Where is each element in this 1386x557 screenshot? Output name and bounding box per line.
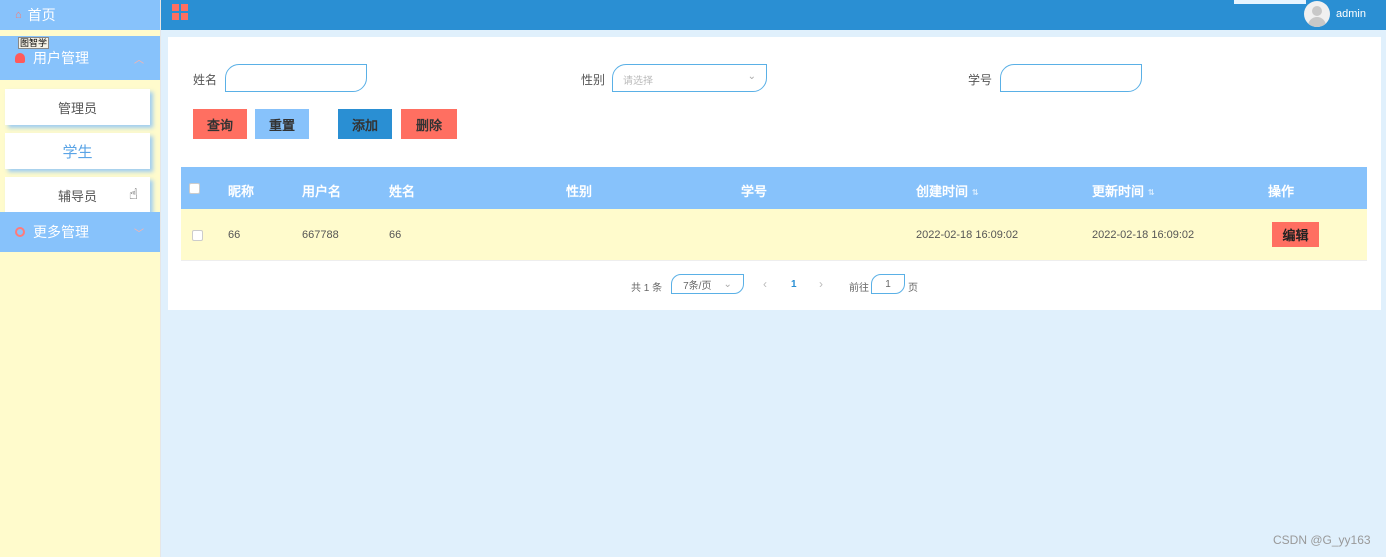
cell-username: 667788	[302, 229, 339, 241]
sidebar-item-student[interactable]: 学生	[5, 133, 150, 169]
cell-created: 2022-02-18 16:09:02	[916, 229, 1019, 241]
sidebar: ⌂ 首页 用户管理 ︿ 图智学 管理员 学生 辅导员 ☝ 更多管理 ﹀	[0, 0, 161, 557]
col-created[interactable]: 创建时间 ⇅	[916, 181, 979, 200]
sidebar-item-admin[interactable]: 管理员	[5, 89, 150, 125]
gender-select[interactable]: 请选择 ⌄	[612, 64, 767, 92]
user-icon	[15, 53, 25, 63]
top-tab-indicator	[1234, 0, 1306, 4]
chevron-down-icon: ⌄	[723, 278, 732, 290]
menu-home[interactable]: ⌂ 首页	[0, 0, 160, 30]
prev-page-button[interactable]: ‹	[763, 277, 767, 291]
sidebar-item-counselor[interactable]: 辅导员 ☝	[5, 177, 150, 213]
menu-more-management-label: 更多管理	[33, 224, 89, 240]
submenu-user: 管理员 学生 辅导员 ☝	[0, 80, 160, 226]
search-button[interactable]: 查询	[193, 109, 247, 139]
avatar[interactable]	[1304, 1, 1330, 27]
menu-home-label: 首页	[27, 7, 56, 23]
watermark-text: CSDN @G_yy163	[1273, 533, 1371, 547]
chevron-down-icon: ﹀	[134, 228, 144, 240]
menu-toggle-icon[interactable]	[172, 4, 188, 20]
chevron-up-icon: ︿	[134, 54, 144, 66]
goto-page-input[interactable]: 1	[871, 274, 905, 294]
edit-button[interactable]: 编辑	[1272, 222, 1319, 247]
table-row: 66 667788 66 2022-02-18 16:09:02 2022-02…	[181, 209, 1367, 261]
row-checkbox[interactable]	[192, 230, 203, 241]
gender-label: 性别	[581, 73, 606, 87]
main-card: 姓名 性别 请选择 ⌄ 学号 查询 重置 添加 删除 昵称 用户名 姓名 性别 …	[168, 37, 1381, 310]
top-bar: admin	[161, 0, 1386, 30]
col-username: 用户名	[302, 184, 342, 199]
page-size-value: 7条/页	[683, 280, 712, 292]
reset-button[interactable]: 重置	[255, 109, 309, 139]
name-input[interactable]	[225, 64, 367, 92]
table-header: 昵称 用户名 姓名 性别 学号 创建时间 ⇅ 更新时间 ⇅ 操作	[181, 167, 1367, 209]
username-label[interactable]: admin	[1336, 8, 1366, 20]
cell-name: 66	[389, 229, 402, 241]
sort-icon[interactable]: ⇅	[1148, 188, 1155, 197]
sort-icon[interactable]: ⇅	[972, 188, 979, 197]
col-updated[interactable]: 更新时间 ⇅	[1092, 181, 1155, 200]
hand-pointer-icon: ☝	[128, 186, 138, 203]
sidebar-item-label: 学生	[62, 143, 93, 161]
col-student-no: 学号	[741, 184, 768, 199]
pagination-total: 共 1 条	[631, 283, 663, 294]
menu-user-management-label: 用户管理	[33, 50, 89, 66]
sidebar-item-label: 辅导员	[57, 188, 97, 204]
select-all-checkbox[interactable]	[189, 183, 200, 194]
col-name: 姓名	[389, 184, 416, 199]
delete-button[interactable]: 删除	[401, 109, 457, 139]
more-icon	[15, 227, 25, 237]
chevron-down-icon: ⌄	[747, 71, 756, 82]
goto-prefix: 前往	[849, 283, 869, 294]
cell-updated: 2022-02-18 16:09:02	[1092, 229, 1195, 241]
col-actions: 操作	[1268, 184, 1295, 199]
col-created-label: 创建时间	[916, 184, 969, 199]
gender-select-placeholder: 请选择	[623, 76, 653, 87]
col-nickname: 昵称	[228, 184, 255, 199]
menu-more-management[interactable]: 更多管理 ﹀	[0, 212, 160, 252]
user-tag-label: 图智学	[18, 37, 50, 49]
col-gender: 性别	[566, 184, 593, 199]
student-no-label: 学号	[968, 73, 993, 87]
next-page-button[interactable]: ›	[819, 277, 823, 291]
goto-suffix: 页	[908, 283, 918, 294]
page-number-1[interactable]: 1	[791, 279, 797, 290]
goto-page-value: 1	[885, 278, 891, 290]
cell-nickname: 66	[228, 229, 241, 241]
name-label: 姓名	[193, 73, 218, 87]
page-size-select[interactable]: 7条/页 ⌄	[671, 274, 744, 294]
home-icon: ⌂	[15, 9, 22, 21]
col-updated-label: 更新时间	[1092, 184, 1145, 199]
student-no-input[interactable]	[1000, 64, 1142, 92]
sidebar-item-label: 管理员	[57, 100, 97, 116]
add-button[interactable]: 添加	[338, 109, 392, 139]
